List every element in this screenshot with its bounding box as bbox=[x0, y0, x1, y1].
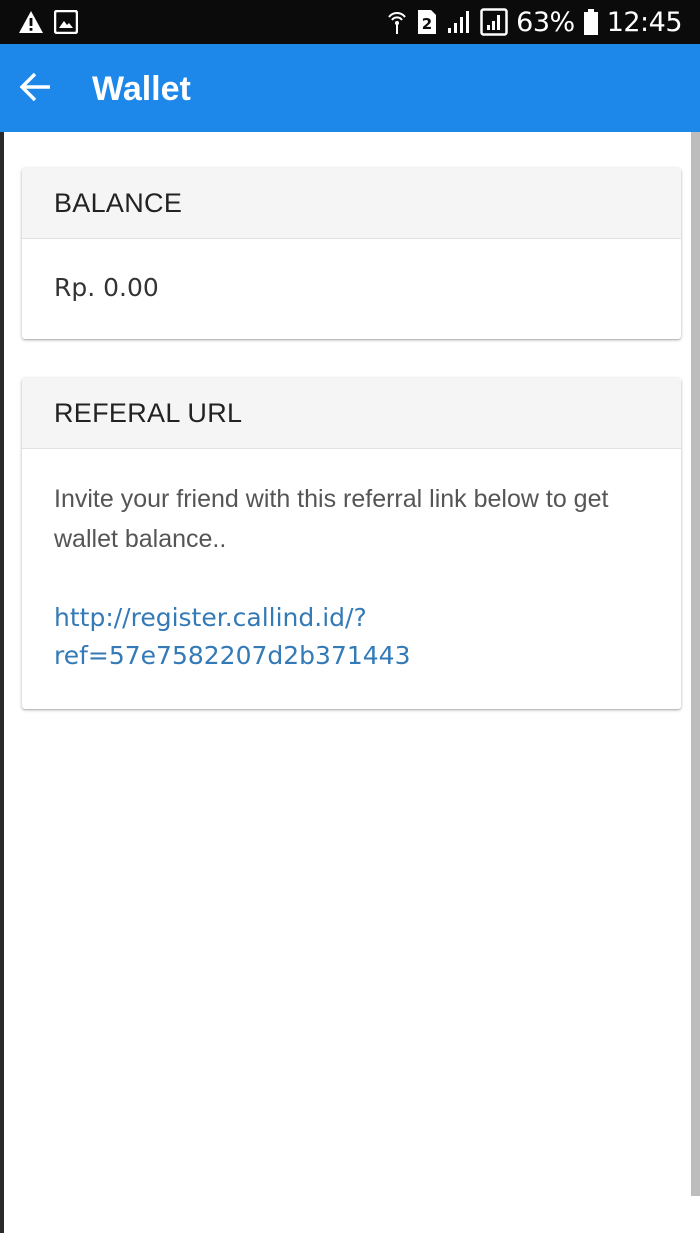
sim-icon: 2 bbox=[416, 8, 438, 36]
status-bar: 2 63% 12:45 bbox=[0, 0, 700, 44]
scrollbar[interactable] bbox=[691, 132, 700, 1196]
battery-icon bbox=[583, 8, 599, 36]
main-content: BALANCE Rp. 0.00 REFERAL URL Invite your… bbox=[0, 132, 700, 1233]
clock: 12:45 bbox=[606, 6, 683, 38]
referral-description: Invite your friend with this referral li… bbox=[54, 485, 609, 553]
arrow-left-icon bbox=[18, 72, 52, 107]
referral-title: REFERAL URL bbox=[54, 397, 243, 428]
balance-card: BALANCE Rp. 0.00 bbox=[22, 168, 681, 339]
referral-card-body: Invite your friend with this referral li… bbox=[22, 449, 681, 675]
referral-link-line1: http://register.callind.id/? bbox=[54, 603, 367, 632]
image-icon bbox=[54, 10, 78, 34]
app-bar: Wallet bbox=[0, 44, 700, 132]
balance-card-header: BALANCE bbox=[22, 168, 681, 239]
sim-badge-text: 2 bbox=[422, 15, 432, 33]
battery-percentage: 63% bbox=[516, 6, 575, 38]
screen-left-edge bbox=[0, 132, 4, 1233]
warning-icon bbox=[18, 10, 44, 34]
page-title: Wallet bbox=[92, 70, 191, 108]
signal-box-icon bbox=[480, 8, 508, 36]
balance-card-body: Rp. 0.00 bbox=[22, 239, 681, 302]
back-button[interactable] bbox=[14, 68, 56, 110]
referral-link-line2: ref=57e7582207d2b371443 bbox=[54, 641, 411, 670]
referral-card: REFERAL URL Invite your friend with this… bbox=[22, 378, 681, 709]
status-right: 2 63% 12:45 bbox=[386, 4, 683, 40]
status-left bbox=[18, 7, 78, 37]
balance-title: BALANCE bbox=[54, 187, 183, 218]
referral-card-header: REFERAL URL bbox=[22, 378, 681, 449]
hotspot-icon bbox=[386, 8, 408, 36]
wallet-screen: 2 63% 12:45 Wallet BALANCE Rp. 0.00 REFE… bbox=[0, 0, 700, 1233]
signal-icon bbox=[446, 9, 472, 35]
balance-value: Rp. 0.00 bbox=[54, 273, 159, 302]
referral-link[interactable]: http://register.callind.id/? ref=57e7582… bbox=[54, 599, 454, 675]
